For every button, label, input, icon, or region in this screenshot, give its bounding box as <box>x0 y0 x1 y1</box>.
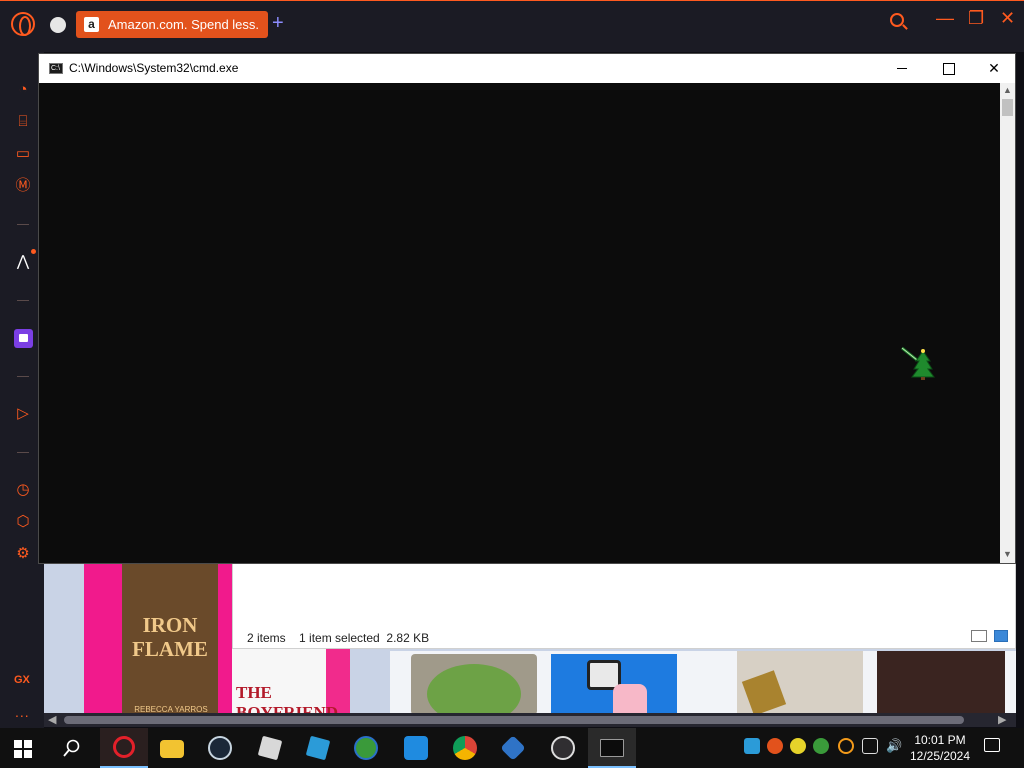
taskbar-clock[interactable]: 10:01 PM 12/25/2024 <box>908 732 972 764</box>
taskbar-virtualbox[interactable] <box>489 728 537 768</box>
clock-time: 10:01 PM <box>914 733 966 747</box>
twitch-icon[interactable] <box>14 329 33 348</box>
vertical-scrollbar[interactable]: ▲ ▼ <box>1000 83 1015 563</box>
maximize-button[interactable] <box>925 54 971 83</box>
cmd-app-icon[interactable]: C:\ <box>49 63 63 74</box>
roblox-studio-icon <box>257 735 283 761</box>
gx-cleaner-icon[interactable]: ⌸ <box>14 113 32 131</box>
notification-center-icon[interactable] <box>984 738 1000 752</box>
cmd-title-bar[interactable]: C:\ C:\Windows\System32\cmd.exe ✕ <box>39 54 1015 83</box>
book-title: THE BOYFRIEND <box>236 683 339 715</box>
taskbar-chrome[interactable] <box>441 728 489 768</box>
clock-date: 12/25/2024 <box>909 749 971 763</box>
book-cover-art: IRON FLAME REBECCA YARROS <box>122 563 218 715</box>
tab-title: Amazon.com. Spend less. <box>108 17 260 32</box>
obs-icon <box>551 736 575 760</box>
close-button[interactable]: ✕ <box>971 54 1017 83</box>
details-view-icon[interactable] <box>971 630 987 642</box>
taskbar-obs-studio[interactable] <box>539 728 587 768</box>
browser-minimize-button[interactable]: — <box>936 7 954 29</box>
sidebar-more-icon[interactable]: ... <box>15 704 30 720</box>
product-image-food-bowl[interactable] <box>411 654 537 715</box>
cmd-icon <box>600 739 624 757</box>
taskbar-opera-gx[interactable] <box>100 728 148 768</box>
gx-corner-label[interactable]: GX <box>14 674 30 686</box>
player-icon[interactable]: ▷ <box>14 405 32 423</box>
new-tab-button[interactable]: + <box>272 13 284 33</box>
plus-tray-icon[interactable] <box>790 738 806 754</box>
opera-gx-icon <box>113 736 135 758</box>
aria-icon[interactable]: ⋀ <box>14 253 32 271</box>
roblox-icon <box>305 735 331 761</box>
product-image-dark[interactable] <box>877 651 1005 715</box>
taskbar-search[interactable] <box>48 728 96 768</box>
scrollbar-thumb[interactable] <box>1002 99 1013 116</box>
windows-start-icon[interactable] <box>14 740 32 758</box>
scroll-left-icon[interactable]: ◀ <box>48 713 56 727</box>
product-image-camera[interactable] <box>551 654 677 715</box>
sidebar-divider <box>17 452 29 453</box>
browser-title-bar: a Amazon.com. Spend less. + — ❐ ✕ <box>0 0 1024 52</box>
browser-tab-amazon[interactable]: a Amazon.com. Spend less. <box>76 11 268 38</box>
opera-gx-logo-icon[interactable] <box>11 12 35 36</box>
bowl-shape <box>427 664 521 715</box>
browser-close-button[interactable]: ✕ <box>1000 7 1015 29</box>
cmd-window: C:\ C:\Windows\System32\cmd.exe ✕ ▲ ▼ <box>38 53 1016 564</box>
gx-control-icon[interactable]: ◔ <box>14 81 32 99</box>
product-book-cover[interactable]: IRON FLAME REBECCA YARROS <box>84 563 232 715</box>
steam-icon <box>208 736 232 760</box>
taskbar-file-explorer[interactable] <box>148 728 196 768</box>
remote-desktop-icon <box>404 736 428 760</box>
scroll-up-icon[interactable]: ▲ <box>1003 85 1012 95</box>
book-title: IRON FLAME <box>132 613 208 661</box>
anydesk-tray-icon[interactable] <box>744 738 760 754</box>
kettle-shape <box>613 684 647 715</box>
browser-restore-button[interactable]: ❐ <box>968 7 984 29</box>
taskbar-steam[interactable] <box>196 728 244 768</box>
cmd-console-area[interactable] <box>39 83 1000 563</box>
minimize-button[interactable] <box>879 54 925 83</box>
download-tray-icon[interactable] <box>813 738 829 754</box>
virtualbox-icon <box>500 735 526 761</box>
opera-tray-icon[interactable] <box>767 738 783 754</box>
large-icons-view-icon[interactable] <box>994 630 1008 642</box>
windows-taskbar: 🔊 10:01 PM 12/25/2024 <box>0 728 1024 768</box>
search-tabs-icon[interactable] <box>890 13 904 27</box>
chrome-icon <box>453 736 477 760</box>
file-explorer-window: 2 items 1 item selected 2.82 KB <box>232 563 1016 649</box>
volume-icon[interactable]: 🔊 <box>886 738 902 754</box>
taskbar-cmd[interactable] <box>588 728 636 768</box>
history-icon[interactable]: ◷ <box>14 481 32 499</box>
desktop: a Amazon.com. Spend less. + — ❐ ✕ ◔ ⌸ ▭ … <box>0 0 1024 768</box>
explorer-status-bar: 2 items 1 item selected 2.82 KB <box>247 631 430 645</box>
amazon-favicon-icon: a <box>84 17 99 32</box>
scrollbar-thumb[interactable] <box>64 716 964 724</box>
sidebar-divider <box>17 300 29 301</box>
product-image-utensils[interactable] <box>737 651 863 715</box>
extensions-cube-icon[interactable]: ⬡ <box>14 513 32 531</box>
cmd-window-title: C:\Windows\System32\cmd.exe <box>69 61 239 75</box>
folder-icon <box>160 740 184 758</box>
horizontal-scrollbar[interactable]: ◀ ▶ <box>44 713 1016 727</box>
notification-dot <box>31 249 36 254</box>
scroll-right-icon[interactable]: ▶ <box>998 713 1006 727</box>
settings-gear-icon[interactable]: ⚙ <box>14 545 32 563</box>
download-manager-icon <box>354 736 378 760</box>
search-tray-icon[interactable] <box>838 738 854 754</box>
hot-tabs-killer-icon[interactable]: ▭ <box>14 145 32 163</box>
sidebar-divider <box>17 224 29 225</box>
taskbar-roblox-studio[interactable] <box>246 728 294 768</box>
network-icon[interactable] <box>862 738 878 754</box>
utensil-shape <box>741 670 787 715</box>
taskbar-internet-download-manager[interactable] <box>342 728 390 768</box>
sidebar-divider <box>17 376 29 377</box>
taskbar-anydesk[interactable] <box>392 728 440 768</box>
taskbar-roblox[interactable] <box>294 728 342 768</box>
christmas-tree-cursor-icon <box>901 346 935 380</box>
memory-limiter-icon[interactable]: Ⓜ <box>14 177 32 195</box>
vpn-globe-icon[interactable] <box>50 17 66 33</box>
scroll-down-icon[interactable]: ▼ <box>1003 549 1012 559</box>
search-icon <box>63 739 80 757</box>
